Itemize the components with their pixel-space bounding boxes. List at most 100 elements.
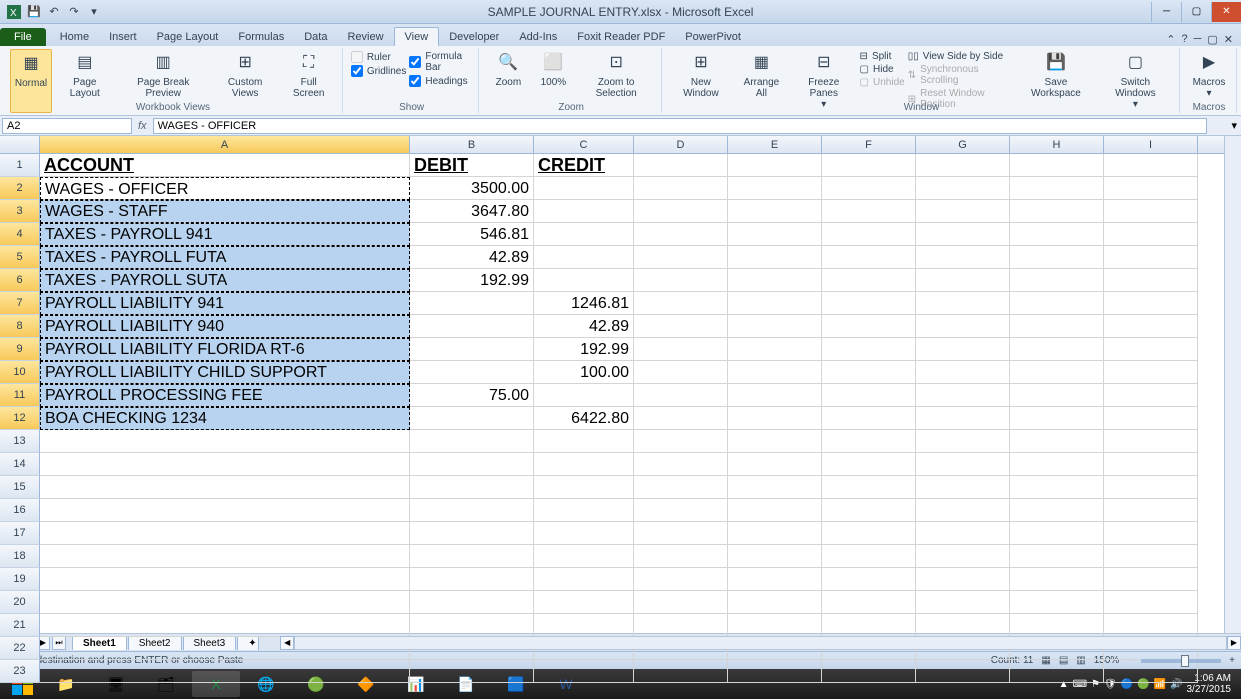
maximize-button[interactable]: ▢	[1181, 2, 1211, 22]
cell[interactable]: BOA CHECKING 1234	[40, 407, 410, 430]
cell[interactable]	[534, 269, 634, 292]
cell[interactable]	[534, 430, 634, 453]
cell[interactable]	[728, 614, 822, 637]
cell[interactable]	[534, 545, 634, 568]
sync-scroll-button[interactable]: ⇅ Synchronous Scrolling	[908, 64, 1014, 86]
cell[interactable]: 546.81	[410, 223, 534, 246]
cell[interactable]	[916, 269, 1010, 292]
cell[interactable]	[822, 407, 916, 430]
cell[interactable]	[822, 453, 916, 476]
cell[interactable]	[634, 315, 728, 338]
cell[interactable]	[534, 522, 634, 545]
cell[interactable]	[534, 177, 634, 200]
cell[interactable]: WAGES - STAFF	[40, 200, 410, 223]
cell[interactable]	[1010, 545, 1104, 568]
cell[interactable]	[822, 246, 916, 269]
scroll-left-button[interactable]: ◀	[280, 636, 294, 650]
cell[interactable]	[40, 568, 410, 591]
select-all-button[interactable]	[0, 136, 40, 153]
cell[interactable]	[634, 154, 728, 177]
cell[interactable]	[1010, 200, 1104, 223]
cell[interactable]	[728, 568, 822, 591]
minimize-button[interactable]: ─	[1151, 2, 1181, 22]
cell[interactable]	[634, 476, 728, 499]
cell[interactable]: 75.00	[410, 384, 534, 407]
cell[interactable]: 3647.80	[410, 200, 534, 223]
cell[interactable]	[1010, 522, 1104, 545]
cell[interactable]	[1010, 476, 1104, 499]
cell[interactable]	[728, 660, 822, 683]
cell[interactable]	[822, 545, 916, 568]
cell[interactable]	[822, 292, 916, 315]
cell[interactable]: 42.89	[410, 246, 534, 269]
cell[interactable]	[534, 246, 634, 269]
cell[interactable]	[634, 177, 728, 200]
cell[interactable]	[1010, 614, 1104, 637]
cell[interactable]	[410, 315, 534, 338]
cell[interactable]	[1010, 430, 1104, 453]
cell[interactable]	[410, 453, 534, 476]
cell[interactable]	[1104, 338, 1198, 361]
cell[interactable]: PAYROLL LIABILITY FLORIDA RT-6	[40, 338, 410, 361]
cell[interactable]	[822, 568, 916, 591]
row-header[interactable]: 15	[0, 476, 40, 499]
row-header[interactable]: 19	[0, 568, 40, 591]
expand-formula-icon[interactable]: ▾	[1227, 119, 1241, 132]
cell[interactable]	[916, 407, 1010, 430]
cell[interactable]	[1104, 591, 1198, 614]
help-icon[interactable]: ?	[1181, 33, 1187, 46]
cell[interactable]	[1104, 292, 1198, 315]
cell[interactable]	[534, 568, 634, 591]
qat-more-icon[interactable]: ▾	[86, 4, 102, 20]
unhide-button[interactable]: ▢ Unhide	[860, 77, 905, 88]
row-header[interactable]: 9	[0, 338, 40, 361]
col-header-f[interactable]: F	[822, 136, 916, 153]
row-header[interactable]: 1	[0, 154, 40, 177]
cell[interactable]	[634, 246, 728, 269]
cell[interactable]	[534, 660, 634, 683]
cell[interactable]: TAXES - PAYROLL 941	[40, 223, 410, 246]
cell[interactable]: PAYROLL LIABILITY CHILD SUPPORT	[40, 361, 410, 384]
cell[interactable]	[1104, 154, 1198, 177]
cell[interactable]	[728, 522, 822, 545]
row-header[interactable]: 6	[0, 269, 40, 292]
cell[interactable]	[410, 292, 534, 315]
row-header[interactable]: 10	[0, 361, 40, 384]
cell[interactable]	[916, 223, 1010, 246]
cell[interactable]	[822, 384, 916, 407]
cell[interactable]	[1010, 407, 1104, 430]
cell[interactable]	[916, 545, 1010, 568]
cell[interactable]	[634, 614, 728, 637]
col-header-i[interactable]: I	[1104, 136, 1198, 153]
col-header-d[interactable]: D	[634, 136, 728, 153]
tab-powerpivot[interactable]: PowerPivot	[675, 28, 751, 46]
cell[interactable]	[1010, 315, 1104, 338]
cell[interactable]	[822, 269, 916, 292]
cell[interactable]	[916, 315, 1010, 338]
save-icon[interactable]: 💾	[26, 4, 42, 20]
cell[interactable]	[1010, 154, 1104, 177]
cell[interactable]	[916, 568, 1010, 591]
cell[interactable]	[40, 614, 410, 637]
cell[interactable]	[728, 315, 822, 338]
cell[interactable]	[916, 499, 1010, 522]
cell[interactable]	[410, 476, 534, 499]
cell[interactable]	[634, 591, 728, 614]
view-side-button[interactable]: ▯▯ View Side by Side	[908, 51, 1014, 62]
cell[interactable]	[634, 223, 728, 246]
cell[interactable]: 192.99	[410, 269, 534, 292]
cell[interactable]	[728, 407, 822, 430]
cell[interactable]: 1246.81	[534, 292, 634, 315]
cell[interactable]	[1104, 407, 1198, 430]
cell[interactable]	[916, 200, 1010, 223]
row-header[interactable]: 4	[0, 223, 40, 246]
cell[interactable]	[916, 430, 1010, 453]
cell[interactable]: WAGES - OFFICER	[40, 177, 410, 200]
cell[interactable]	[728, 499, 822, 522]
cell[interactable]	[534, 453, 634, 476]
tab-insert[interactable]: Insert	[99, 28, 147, 46]
cell[interactable]	[728, 545, 822, 568]
cell[interactable]	[634, 499, 728, 522]
cell[interactable]	[634, 407, 728, 430]
cell[interactable]	[822, 177, 916, 200]
